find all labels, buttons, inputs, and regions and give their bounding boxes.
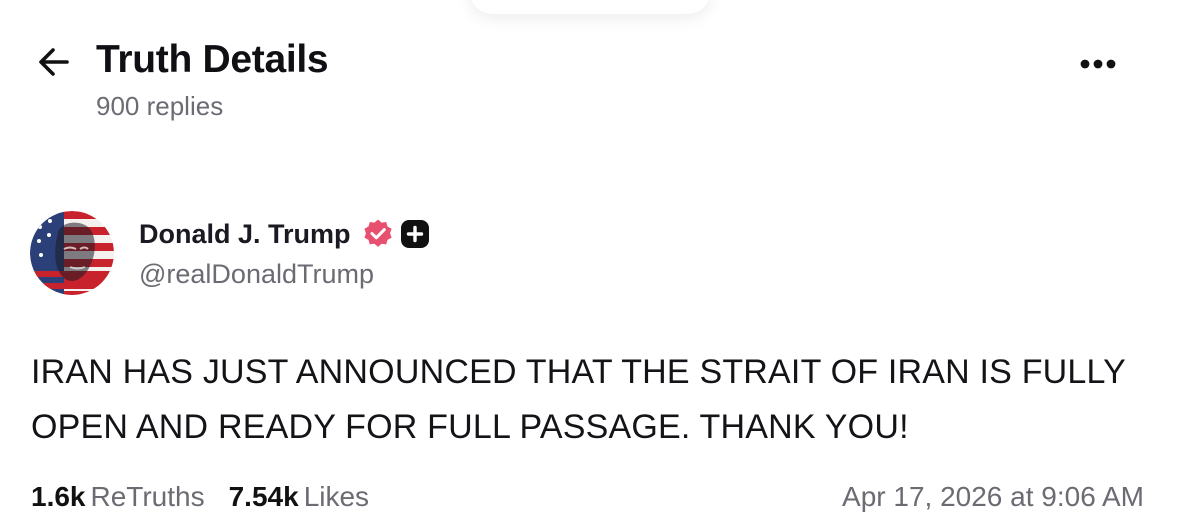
likes-stat[interactable]: 7.54k Likes (229, 481, 369, 513)
more-horizontal-icon (1080, 59, 1116, 69)
retruths-label: ReTruths (90, 481, 205, 512)
retruths-count: 1.6k (31, 481, 86, 512)
avatar-flag-portrait (30, 211, 114, 295)
author-name[interactable]: Donald J. Trump (139, 219, 351, 250)
likes-count: 7.54k (228, 481, 299, 512)
more-options-button[interactable] (1075, 48, 1121, 80)
retruths-stat[interactable]: 1.6k ReTruths (31, 481, 205, 513)
avatar[interactable] (30, 211, 114, 295)
plus-badge-icon (400, 219, 430, 249)
page-header: Truth Details 900 replies (0, 0, 1180, 140)
post-body: IRAN HAS JUST ANNOUNCED THAT THE STRAIT … (31, 353, 1126, 446)
arrow-left-icon (39, 48, 69, 76)
post-timestamp: Apr 17, 2026 at 9:06 AM (842, 481, 1144, 512)
author-handle[interactable]: @realDonaldTrump (139, 259, 374, 290)
page-title: Truth Details (96, 38, 329, 81)
author-row: Donald J. Trump (139, 214, 430, 254)
post-stats: 1.6k ReTruths 7.54k Likes (31, 478, 369, 516)
back-button[interactable] (34, 42, 74, 82)
verified-badge-icon (362, 218, 394, 250)
likes-label: Likes (303, 481, 370, 512)
reply-count: 900 replies (96, 91, 224, 121)
